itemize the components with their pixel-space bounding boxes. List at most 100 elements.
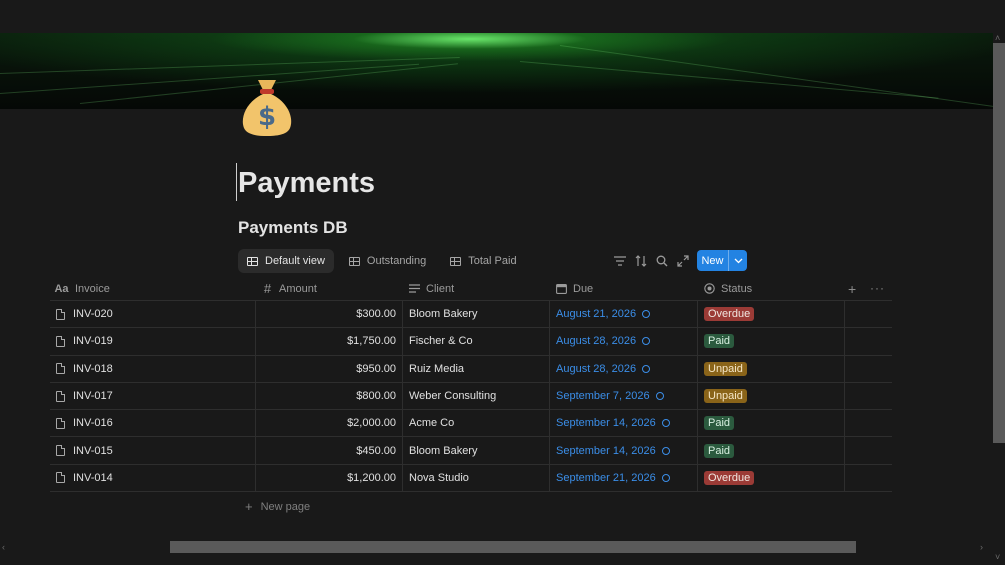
scroll-right-icon[interactable]: › xyxy=(980,542,983,552)
due-cell[interactable]: September 7, 2026 xyxy=(550,382,698,410)
status-cell[interactable]: Paid xyxy=(698,410,845,437)
column-header-invoice[interactable]: Aa Invoice xyxy=(50,277,256,300)
client-cell[interactable]: Bloom Bakery xyxy=(403,301,550,328)
table-header: Aa Invoice # Amount Client Due Status xyxy=(50,277,892,301)
client-name: Ruiz Media xyxy=(409,362,465,375)
table-row[interactable]: INV-014 $1,200.00 Nova Studio September 21,… xyxy=(50,464,892,493)
page-icon xyxy=(56,363,65,375)
horizontal-scrollbar[interactable] xyxy=(170,541,856,553)
sort-icon[interactable] xyxy=(634,255,647,268)
client-cell[interactable]: Weber Consulting xyxy=(403,382,550,410)
invoice-cell[interactable]: INV-015 xyxy=(50,437,256,464)
client-cell[interactable]: Bloom Bakery xyxy=(403,437,550,464)
client-name: Fischer & Co xyxy=(409,335,473,348)
invoice-cell[interactable]: INV-019 xyxy=(50,328,256,355)
page-title[interactable]: Payments xyxy=(238,167,375,200)
invoice-cell[interactable]: INV-020 xyxy=(50,301,256,328)
column-header-due[interactable]: Due xyxy=(550,277,698,300)
invoice-cell[interactable]: INV-016 xyxy=(50,410,256,437)
vertical-scrollbar[interactable] xyxy=(993,43,1005,443)
invoice-cell[interactable]: INV-018 xyxy=(50,355,256,382)
amount-cell[interactable]: $800.00 xyxy=(256,382,403,410)
amount-cell[interactable]: $2,000.00 xyxy=(256,410,403,437)
amount-cell[interactable]: $1,200.00 xyxy=(256,464,403,492)
client-cell[interactable]: Nova Studio xyxy=(403,464,550,492)
client-name: Bloom Bakery xyxy=(409,444,478,457)
status-cell[interactable]: Paid xyxy=(698,328,845,355)
status-badge: Overdue xyxy=(704,307,755,322)
amount-cell[interactable]: $450.00 xyxy=(256,437,403,464)
lines-icon xyxy=(409,284,420,293)
filter-icon[interactable] xyxy=(613,255,626,268)
scroll-down-icon[interactable]: ˅ xyxy=(995,552,1000,562)
status-cell[interactable]: Unpaid xyxy=(698,355,845,382)
due-date: September 7, 2026 xyxy=(556,390,650,403)
table-row[interactable]: INV-018 $950.00 Ruiz Media August 28, 2026 U… xyxy=(50,355,892,383)
view-tab-default[interactable]: Default view xyxy=(238,249,334,273)
client-cell[interactable]: Fischer & Co xyxy=(403,328,550,355)
due-cell[interactable]: September 14, 2026 xyxy=(550,410,698,437)
client-cell[interactable]: Ruiz Media xyxy=(403,355,550,382)
column-label: Status xyxy=(721,282,753,295)
view-tab-outstanding[interactable]: Outstanding xyxy=(340,249,435,273)
new-button[interactable]: New xyxy=(697,250,747,271)
amount-cell[interactable]: $950.00 xyxy=(256,355,403,382)
cover-image[interactable] xyxy=(0,33,993,109)
status-cell[interactable]: Unpaid xyxy=(698,382,845,410)
status-cell[interactable]: Paid xyxy=(698,437,845,464)
amount-cell[interactable]: $300.00 xyxy=(256,301,403,328)
text-cursor xyxy=(236,163,237,201)
invoice-cell[interactable]: INV-017 xyxy=(50,382,256,410)
page-icon xyxy=(56,308,65,320)
money-bag-icon[interactable]: $ xyxy=(238,74,296,138)
alarm-clock-icon xyxy=(661,419,670,428)
due-cell[interactable]: August 28, 2026 xyxy=(550,355,698,382)
alarm-clock-icon xyxy=(655,392,664,401)
chevron-down-icon[interactable] xyxy=(729,258,747,264)
column-header-client[interactable]: Client xyxy=(403,277,550,300)
column-label: Invoice xyxy=(75,282,110,295)
due-date: September 14, 2026 xyxy=(556,417,656,430)
status-badge: Unpaid xyxy=(704,361,747,376)
client-cell[interactable]: Acme Co xyxy=(403,410,550,437)
status-badge: Unpaid xyxy=(704,389,747,404)
add-column-icon[interactable]: + xyxy=(848,281,856,297)
view-tab-total-paid[interactable]: Total Paid xyxy=(441,249,525,273)
column-header-status[interactable]: Status xyxy=(698,277,845,300)
invoice-id: INV-019 xyxy=(73,335,113,348)
table-row[interactable]: INV-019 $1,750.00 Fischer & Co August 28, 2… xyxy=(50,328,892,356)
row-spacer xyxy=(845,465,892,491)
table-row[interactable]: INV-015 $450.00 Bloom Bakery September 14, … xyxy=(50,437,892,465)
search-icon[interactable] xyxy=(655,255,668,268)
new-page-button[interactable]: + New page xyxy=(245,499,310,514)
scroll-left-icon[interactable]: ‹ xyxy=(2,542,5,552)
invoice-cell[interactable]: INV-014 xyxy=(50,464,256,492)
more-options-icon[interactable]: ··· xyxy=(870,281,885,295)
table-row[interactable]: INV-020 $300.00 Bloom Bakery August 21, 202… xyxy=(50,301,892,329)
table-icon xyxy=(348,256,360,266)
expand-icon[interactable] xyxy=(676,255,689,268)
status-cell[interactable]: Overdue xyxy=(698,464,845,492)
client-name: Weber Consulting xyxy=(409,390,497,403)
database-title[interactable]: Payments DB xyxy=(238,218,348,238)
scroll-up-icon[interactable]: ˄ xyxy=(995,33,1000,43)
table-row[interactable]: INV-016 $2,000.00 Acme Co September 14, 202… xyxy=(50,410,892,438)
new-button-label: New xyxy=(701,254,724,267)
due-cell[interactable]: August 28, 2026 xyxy=(550,328,698,355)
table-row[interactable]: INV-017 $800.00 Weber Consulting September … xyxy=(50,382,892,411)
amount-value: $450.00 xyxy=(356,444,396,457)
due-cell[interactable]: September 21, 2026 xyxy=(550,464,698,492)
row-spacer xyxy=(845,356,892,382)
column-header-amount[interactable]: # Amount xyxy=(256,277,403,300)
calendar-icon xyxy=(556,283,567,294)
amount-value: $300.00 xyxy=(356,308,396,321)
amount-value: $1,750.00 xyxy=(347,335,396,348)
status-cell[interactable]: Overdue xyxy=(698,301,845,328)
status-badge: Paid xyxy=(704,416,735,431)
alarm-clock-icon xyxy=(661,473,670,482)
due-cell[interactable]: September 14, 2026 xyxy=(550,437,698,464)
amount-cell[interactable]: $1,750.00 xyxy=(256,328,403,355)
view-tab-label: Default view xyxy=(265,255,325,267)
due-cell[interactable]: August 21, 2026 xyxy=(550,301,698,328)
status-badge: Paid xyxy=(704,334,735,349)
